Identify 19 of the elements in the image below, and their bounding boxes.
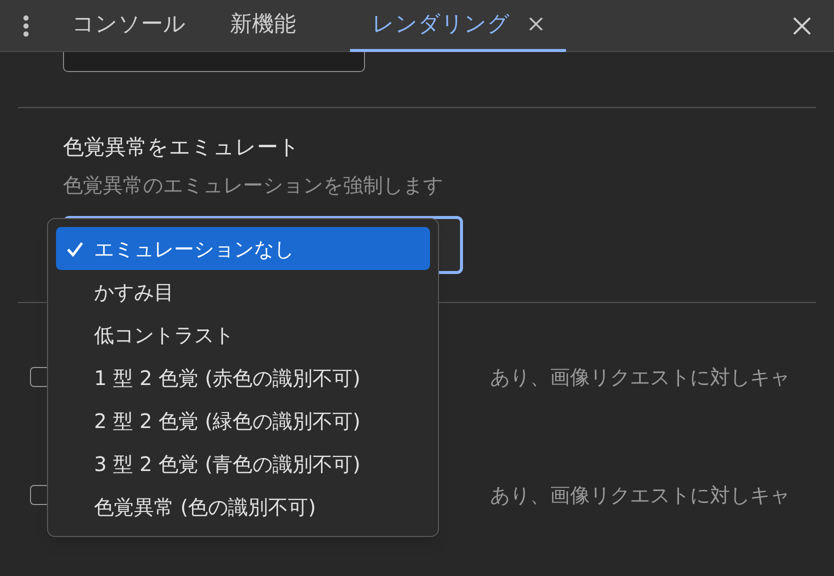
menu-item[interactable]: 3 型 2 色覚 (青色の識別不可) (56, 442, 430, 485)
section-title: 色覚異常をエミュレート (63, 134, 301, 161)
tab[interactable]: レンダリング (350, 0, 566, 52)
menu-item[interactable]: エミュレーションなし (56, 227, 430, 270)
menu-item[interactable]: 色覚異常 (色の識別不可) (56, 485, 430, 528)
checkmark-icon (66, 240, 84, 258)
tab[interactable]: 新機能 (228, 0, 298, 52)
more-options-icon[interactable] (22, 14, 30, 38)
menu-item[interactable]: 2 型 2 色覚 (緑色の識別不可) (56, 399, 430, 442)
menu-item[interactable]: 1 型 2 色覚 (赤色の識別不可) (56, 356, 430, 399)
option-description: あり、画像リクエストに対しキャ (490, 364, 790, 390)
select-field[interactable] (63, 52, 365, 72)
menu-item[interactable]: 低コントラスト (56, 313, 430, 356)
section-subtitle: 色覚異常のエミュレーションを強制します (63, 172, 444, 198)
menu-item[interactable]: かすみ目 (56, 270, 430, 313)
close-icon[interactable] (792, 16, 812, 36)
close-tab-icon[interactable] (528, 16, 544, 32)
option-description: あり、画像リクエストに対しキャ (490, 482, 790, 508)
tab[interactable]: コンソール (70, 0, 188, 52)
